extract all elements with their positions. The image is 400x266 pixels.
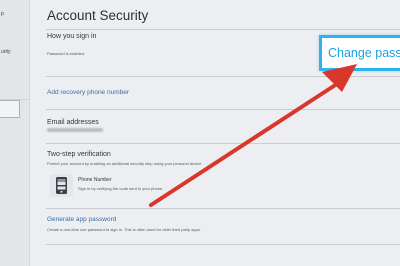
phone-number-label[interactable]: Phone Number [78,177,112,183]
page-title: Account Security [47,8,149,23]
mobile-phone-icon [50,174,73,197]
divider [46,76,400,77]
sign-in-heading: How you sign in [47,33,97,40]
sidebar-input-box[interactable] [0,100,20,118]
divider [46,143,400,144]
app-password-description: Create a one-time use password to sign i… [47,227,202,232]
sidebar-item-1[interactable]: p [1,11,4,17]
two-step-heading: Two-step verification [47,151,111,158]
divider [46,109,400,110]
divider [46,208,400,209]
sidebar: p urity [0,0,30,266]
change-password-label: Change pass [328,46,400,60]
password-status-text: Password is enabled. [47,51,86,56]
add-recovery-phone-link[interactable]: Add recovery phone number [47,89,129,96]
divider [46,244,400,245]
two-step-description: Protect your account by enabling an addi… [47,161,203,166]
divider [46,29,400,30]
change-password-link[interactable]: Change pass [319,35,400,71]
generate-app-password-link[interactable]: Generate app password [47,216,116,223]
email-addresses-heading: Email addresses [47,119,99,126]
sidebar-item-security[interactable]: urity [1,49,10,55]
phone-number-description: Sign in by verifying the code sent to yo… [78,186,164,191]
email-address-redacted [47,128,103,132]
